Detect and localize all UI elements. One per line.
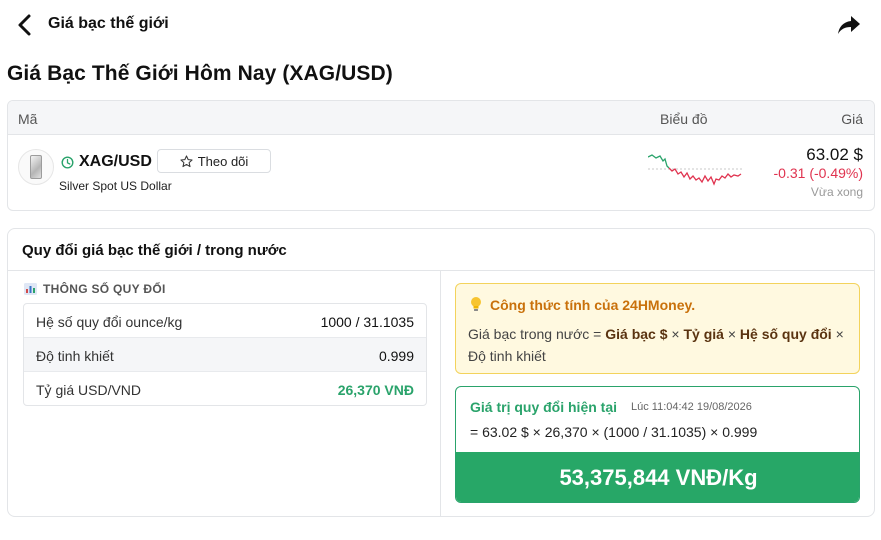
star-icon: [180, 154, 193, 167]
silver-bar-icon: [18, 149, 54, 185]
params-label: THÔNG SỐ QUY ĐỔI: [24, 282, 166, 296]
formula-term-price: Giá bạc $: [605, 326, 668, 342]
converter-title: Quy đổi giá bạc thế giới / trong nước: [22, 242, 287, 259]
params-table: Hệ số quy đổi ounce/kg 1000 / 31.1035 Độ…: [23, 303, 427, 406]
param-label: Độ tinh khiết: [36, 348, 114, 364]
result-title: Giá trị quy đổi hiện tại: [470, 399, 618, 415]
asset-name: Silver Spot US Dollar: [59, 179, 172, 193]
param-value: 26,370 VNĐ: [337, 382, 414, 398]
result-formula: = 63.02 $ × 26,370 × (1000 / 31.1035) × …: [470, 424, 758, 440]
header-price: Giá: [841, 111, 863, 127]
clock-icon: [61, 156, 74, 169]
price-value: 63.02 $: [806, 145, 863, 164]
result-box: Giá trị quy đổi hiện tại Lúc 11:04:42 19…: [455, 386, 860, 503]
update-status: Vừa xong: [810, 185, 863, 199]
page-title: Giá Bạc Thế Giới Hôm Nay (XAG/USD): [7, 62, 393, 85]
asset-symbol[interactable]: XAG/USD: [79, 153, 152, 171]
param-row: Tỷ giá USD/VND 26,370 VNĐ: [24, 372, 426, 405]
param-label: Hệ số quy đổi ounce/kg: [36, 314, 183, 330]
param-label: Tỷ giá USD/VND: [36, 382, 142, 398]
formula-term-factor: Hệ số quy đổi: [739, 326, 832, 342]
formula-box: Công thức tính của 24HMoney. Giá bạc tro…: [455, 283, 860, 374]
header-code: Mã: [18, 111, 38, 127]
params-label-text: THÔNG SỐ QUY ĐỔI: [43, 282, 166, 296]
follow-label: Theo dõi: [197, 153, 249, 169]
quote-table: Mã Biểu đồ Giá XAG/USD Theo dõi Silver S…: [7, 100, 875, 211]
header-chart: Biểu đồ: [660, 111, 708, 127]
param-value: 0.999: [378, 348, 414, 364]
converter-header: Quy đổi giá bạc thế giới / trong nước: [8, 229, 874, 271]
param-row: Hệ số quy đổi ounce/kg 1000 / 31.1035: [24, 304, 426, 338]
top-bar: Giá bạc thế giới: [0, 0, 881, 50]
chevron-left-icon[interactable]: [14, 13, 36, 37]
follow-button[interactable]: Theo dõi: [157, 149, 271, 173]
sparkline-chart: [648, 154, 744, 186]
converter-card: Quy đổi giá bạc thế giới / trong nước TH…: [7, 228, 875, 517]
bar-chart-icon: [24, 283, 37, 295]
quote-table-header: Mã Biểu đồ Giá: [8, 101, 874, 135]
table-row[interactable]: XAG/USD Theo dõi Silver Spot US Dollar 6…: [8, 135, 874, 210]
param-row: Độ tinh khiết 0.999: [24, 338, 426, 372]
price-change: -0.31 (-0.49%): [773, 165, 863, 181]
share-arrow-icon[interactable]: [836, 13, 862, 37]
formula-operator: ×: [667, 326, 684, 342]
topbar-title: Giá bạc thế giới: [48, 15, 169, 32]
formula-text: Giá bạc trong nước = Giá bạc $ × Tỷ giá …: [468, 323, 852, 367]
formula-prefix: Giá bạc trong nước =: [468, 326, 606, 342]
lightbulb-icon: [471, 297, 481, 311]
formula-operator: ×: [723, 326, 740, 342]
formula-title: Công thức tính của 24HMoney.: [490, 297, 696, 313]
result-value: 53,375,844 VNĐ/Kg: [456, 452, 859, 502]
divider: [440, 271, 441, 517]
formula-term-rate: Tỷ giá: [683, 326, 724, 342]
result-timestamp: Lúc 11:04:42 19/08/2026: [631, 401, 752, 413]
param-value: 1000 / 31.1035: [320, 314, 414, 330]
